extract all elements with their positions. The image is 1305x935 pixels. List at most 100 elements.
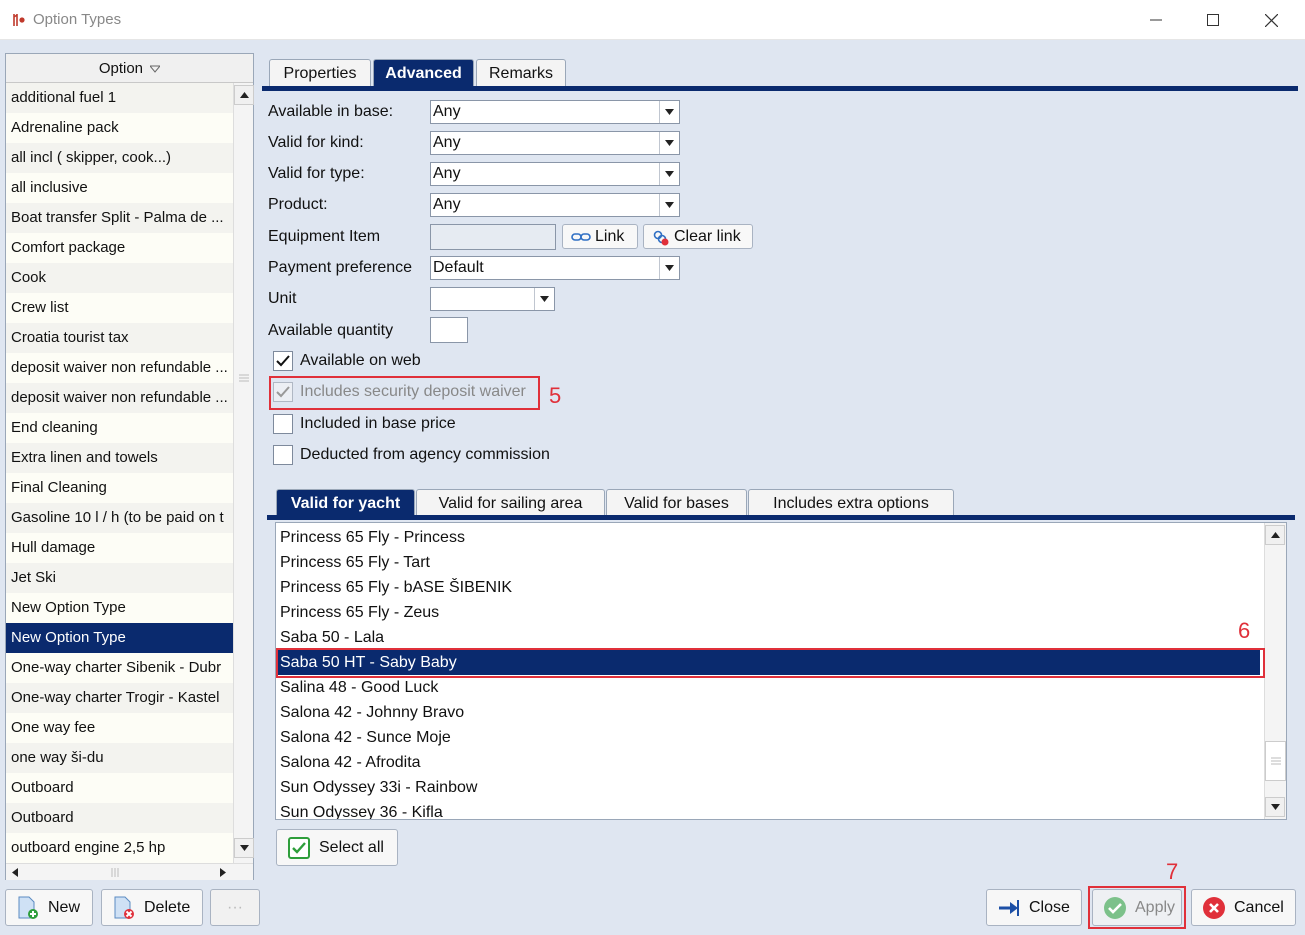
- tab-valid-for-sailing-area[interactable]: Valid for sailing area: [416, 489, 605, 516]
- chevron-down-icon[interactable]: [659, 257, 679, 279]
- yacht-list-item[interactable]: Princess 65 Fly - Princess: [277, 525, 1260, 550]
- arrow-left-icon[interactable]: [12, 868, 18, 877]
- list-item[interactable]: Croatia tourist tax: [6, 323, 233, 353]
- list-item[interactable]: New Option Type: [6, 593, 233, 623]
- included-in-base-price-checkbox[interactable]: Included in base price: [273, 414, 456, 434]
- cancel-button-label: Cancel: [1234, 898, 1284, 916]
- list-item[interactable]: deposit waiver non refundable ...: [6, 353, 233, 383]
- tab-includes-extra-options[interactable]: Includes extra options: [748, 489, 954, 516]
- available-in-base-value: Any: [433, 103, 461, 120]
- scroll-down-button[interactable]: [1265, 797, 1285, 817]
- list-item[interactable]: Adrenaline pack: [6, 113, 233, 143]
- yacht-list-item[interactable]: Salina 48 - Good Luck: [277, 675, 1260, 700]
- option-list-vertical-scrollbar[interactable]: [233, 83, 254, 863]
- yacht-list-item[interactable]: Princess 65 Fly - bASE ŠIBENIK: [277, 575, 1260, 600]
- new-button[interactable]: New: [5, 889, 93, 926]
- list-item[interactable]: Gasoline 10 l / h (to be paid on t: [6, 503, 233, 533]
- yacht-list-item[interactable]: Salona 42 - Johnny Bravo: [277, 700, 1260, 725]
- yacht-list-item[interactable]: Sun Odyssey 33i - Rainbow: [277, 775, 1260, 800]
- maximize-button[interactable]: [1190, 0, 1236, 40]
- minimize-button[interactable]: [1133, 0, 1179, 40]
- minimize-icon: [1150, 19, 1162, 21]
- cancel-button[interactable]: Cancel: [1191, 889, 1296, 926]
- clear-link-button-label: Clear link: [674, 227, 741, 245]
- list-item[interactable]: Final Cleaning: [6, 473, 233, 503]
- list-item[interactable]: Crew list: [6, 293, 233, 323]
- yacht-list-item[interactable]: Princess 65 Fly - Zeus: [277, 600, 1260, 625]
- valid-for-type-select[interactable]: Any: [430, 162, 680, 186]
- yacht-list-vertical-scrollbar[interactable]: [1264, 523, 1286, 819]
- checkbox-unchecked-icon[interactable]: [273, 445, 293, 465]
- yacht-scroll-thumb[interactable]: [1265, 741, 1286, 781]
- arrow-down-icon: [1270, 804, 1280, 810]
- tab-valid-for-bases[interactable]: Valid for bases: [606, 489, 747, 516]
- delete-button[interactable]: Delete: [101, 889, 203, 926]
- list-item[interactable]: One-way charter Trogir - Kastel: [6, 683, 233, 713]
- yacht-list-item[interactable]: Saba 50 - Lala: [277, 625, 1260, 650]
- chevron-down-icon[interactable]: [534, 288, 554, 310]
- tab-advanced[interactable]: Advanced: [373, 59, 474, 86]
- list-item[interactable]: deposit waiver non refundable ...: [6, 383, 233, 413]
- deducted-from-agency-commission-checkbox[interactable]: Deducted from agency commission: [273, 445, 550, 465]
- yacht-list-item[interactable]: Princess 65 Fly - Tart: [277, 550, 1260, 575]
- close-button-label: Close: [1029, 898, 1070, 916]
- option-list-horizontal-scrollbar[interactable]: [6, 863, 253, 880]
- tab-valid-for-yacht[interactable]: Valid for yacht: [276, 489, 415, 516]
- close-button[interactable]: Close: [986, 889, 1082, 926]
- list-item[interactable]: Extra linen and towels: [6, 443, 233, 473]
- list-item[interactable]: Outboard: [6, 803, 233, 833]
- list-item[interactable]: one way ši-du: [6, 743, 233, 773]
- app-logo-icon: [13, 14, 25, 26]
- payment-preference-label: Payment preference: [268, 259, 413, 276]
- more-button[interactable]: ···: [210, 889, 260, 926]
- list-item[interactable]: New Option Type: [6, 623, 233, 653]
- scroll-down-button[interactable]: [234, 838, 254, 858]
- yacht-list-item[interactable]: Salona 42 - Sunce Moje: [277, 725, 1260, 750]
- scroll-grip-icon[interactable]: [239, 370, 249, 382]
- chevron-down-icon[interactable]: [659, 132, 679, 154]
- list-item[interactable]: One-way charter Sibenik - Dubr: [6, 653, 233, 683]
- tab-remarks[interactable]: Remarks: [476, 59, 566, 86]
- checkbox-unchecked-icon[interactable]: [273, 414, 293, 434]
- list-item[interactable]: Hull damage: [6, 533, 233, 563]
- option-column-header[interactable]: Option: [6, 54, 253, 83]
- tab-valid-for-yacht-label: Valid for yacht: [290, 495, 401, 512]
- select-all-button[interactable]: Select all: [276, 829, 398, 866]
- tab-properties[interactable]: Properties: [269, 59, 371, 86]
- checkbox-checked-icon[interactable]: [273, 351, 293, 371]
- yacht-list-item[interactable]: Sun Odyssey 36 - Kifla: [277, 800, 1260, 819]
- link-button[interactable]: Link: [562, 224, 638, 249]
- valid-for-type-value: Any: [433, 165, 461, 182]
- valid-for-kind-select[interactable]: Any: [430, 131, 680, 155]
- list-item[interactable]: all inclusive: [6, 173, 233, 203]
- list-item[interactable]: Jet Ski: [6, 563, 233, 593]
- scroll-up-button[interactable]: [1265, 525, 1285, 545]
- unit-select[interactable]: [430, 287, 555, 311]
- list-item[interactable]: all incl ( skipper, cook...): [6, 143, 233, 173]
- available-in-base-select[interactable]: Any: [430, 100, 680, 124]
- tab-includes-extra-options-label: Includes extra options: [773, 495, 929, 512]
- tab-advanced-label: Advanced: [385, 65, 462, 82]
- chevron-down-icon[interactable]: [659, 101, 679, 123]
- list-item[interactable]: End cleaning: [6, 413, 233, 443]
- annotation-box-6: [276, 648, 1265, 678]
- list-item[interactable]: Comfort package: [6, 233, 233, 263]
- list-item[interactable]: Cook: [6, 263, 233, 293]
- list-item[interactable]: Boat transfer Split - Palma de ...: [6, 203, 233, 233]
- product-select[interactable]: Any: [430, 193, 680, 217]
- payment-preference-select[interactable]: Default: [430, 256, 680, 280]
- scroll-up-button[interactable]: [234, 85, 254, 105]
- chevron-down-icon[interactable]: [659, 194, 679, 216]
- arrow-right-icon[interactable]: [220, 868, 226, 877]
- scroll-grip-horizontal-icon[interactable]: [110, 868, 120, 877]
- clear-link-button[interactable]: Clear link: [643, 224, 753, 249]
- list-item[interactable]: Outboard: [6, 773, 233, 803]
- list-item[interactable]: outboard engine 2,5 hp: [6, 833, 233, 863]
- chevron-down-icon[interactable]: [659, 163, 679, 185]
- list-item[interactable]: One way fee: [6, 713, 233, 743]
- close-window-button[interactable]: [1248, 0, 1294, 40]
- yacht-list-item[interactable]: Salona 42 - Afrodita: [277, 750, 1260, 775]
- available-on-web-checkbox[interactable]: Available on web: [273, 351, 421, 371]
- available-quantity-field[interactable]: [430, 317, 468, 343]
- list-item[interactable]: additional fuel 1: [6, 83, 233, 113]
